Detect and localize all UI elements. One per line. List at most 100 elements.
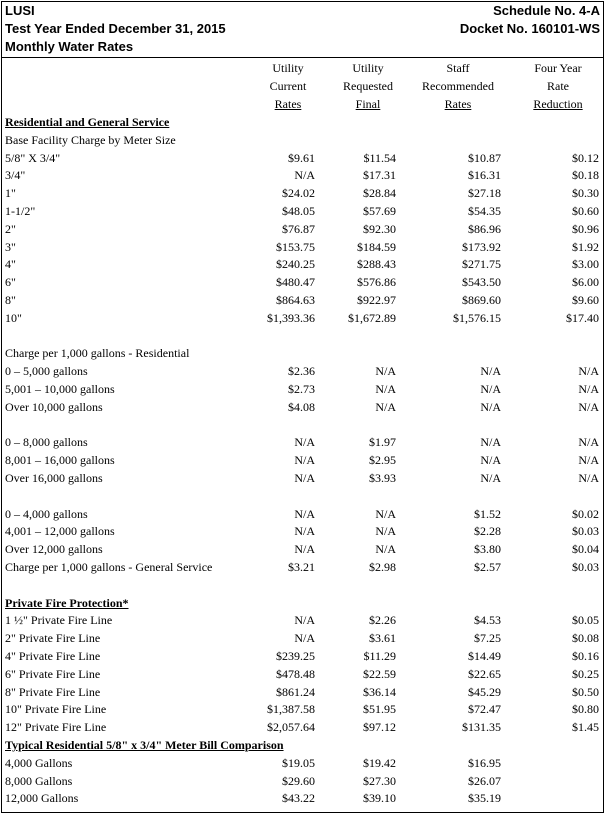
table-row: 12" Private Fire Line $2,057.64 $97.12 $131… xyxy=(2,719,603,736)
rate-reduction-cell: N/A xyxy=(578,471,599,485)
rate-reduction-cell: $0.08 xyxy=(572,631,599,646)
row-label: 6" xyxy=(5,275,16,290)
utility-requested-cell: N/A xyxy=(375,506,396,521)
section-heading: Residential and General Service xyxy=(5,115,170,129)
row-label: Over 16,000 gallons xyxy=(5,471,103,485)
table-row: 6" $480.47 $576.86 $543.50 $6.00 xyxy=(2,274,603,291)
rate-reduction-cell: $17.40 xyxy=(566,310,599,325)
utility-requested-cell: $576.86 xyxy=(357,275,396,290)
row-label: 3/4" xyxy=(5,168,26,183)
table-row xyxy=(2,417,603,434)
row-label: 4,000 Gallons xyxy=(5,755,73,770)
table-row: 8" Private Fire Line $861.24 $36.14 $45.29 $… xyxy=(2,684,603,701)
staff-recommended-cell: $14.49 xyxy=(468,649,501,663)
rate-reduction-cell: $0.80 xyxy=(572,702,599,717)
utility-requested-cell: $3.61 xyxy=(369,631,396,646)
row-label: 10" xyxy=(5,310,22,325)
rate-reduction-cell: $0.96 xyxy=(572,221,599,236)
row-label: Over 10,000 gallons xyxy=(5,399,103,414)
row-label: 6" Private Fire Line xyxy=(5,666,101,681)
section-heading: Typical Residential 5/8" x 3/4" Meter Bi… xyxy=(5,738,284,752)
row-label: 1 ½" Private Fire Line xyxy=(5,613,113,628)
row-label: 2" Private Fire Line xyxy=(5,631,101,646)
utility-requested-cell: $11.54 xyxy=(363,150,396,165)
table-row xyxy=(2,488,603,505)
table-row: 10" $1,393.36 $1,672.89 $1,576.15 $17.40 xyxy=(2,310,603,327)
row-label: Base Facility Charge by Meter Size xyxy=(5,132,176,147)
utility-requested-cell: N/A xyxy=(375,364,396,379)
rate-reduction-cell: $0.18 xyxy=(572,168,599,183)
rate-reduction-cell: $0.12 xyxy=(572,150,599,165)
utility-current-cell: $1,393.36 xyxy=(267,310,315,325)
row-label: 4" Private Fire Line xyxy=(5,649,101,663)
utility-current-cell: $29.60 xyxy=(282,773,315,788)
staff-recommended-cell: N/A xyxy=(480,471,501,485)
staff-recommended-cell: $10.87 xyxy=(468,150,501,165)
staff-recommended-cell: $4.53 xyxy=(474,613,501,628)
table-row: Charge per 1,000 gallons - General Servi… xyxy=(2,559,603,576)
row-label: 10" Private Fire Line xyxy=(5,702,107,717)
rate-reduction-cell: $3.00 xyxy=(572,257,599,272)
utility-current-cell: N/A xyxy=(294,542,315,557)
col-rate-reduction-header: Four Year Rate Reduction xyxy=(533,61,583,111)
staff-recommended-cell: $2.28 xyxy=(474,524,501,539)
rate-reduction-cell: N/A xyxy=(578,399,599,414)
header-line-3: Monthly Water Rates xyxy=(2,38,603,55)
table-row: 1" $24.02 $28.84 $27.18 $0.30 xyxy=(2,185,603,202)
row-label: 0 – 5,000 gallons xyxy=(5,364,88,379)
rate-reduction-cell: $0.25 xyxy=(572,666,599,681)
row-label: 5,001 – 10,000 gallons xyxy=(5,382,115,396)
table-row xyxy=(2,577,603,594)
staff-recommended-cell: $27.18 xyxy=(468,186,501,201)
section-heading-row: Private Fire Protection* xyxy=(2,595,603,612)
utility-requested-cell: $2.26 xyxy=(369,613,396,628)
utility-current-cell: $153.75 xyxy=(276,239,315,254)
utility-requested-cell: $922.97 xyxy=(357,293,396,307)
table-row: 4,000 Gallons $19.05 $19.42 $16.95 xyxy=(2,755,603,772)
utility-requested-cell: $1.97 xyxy=(369,435,396,450)
utility-requested-cell: $11.29 xyxy=(363,649,396,663)
utility-requested-cell: $2.98 xyxy=(369,560,396,574)
rate-reduction-cell: $0.16 xyxy=(572,649,599,663)
row-label: Charge per 1,000 gallons - Residential xyxy=(5,346,190,361)
company-name: LUSI xyxy=(5,3,35,18)
utility-current-cell: $478.48 xyxy=(276,666,315,681)
row-label: 8,001 – 16,000 gallons xyxy=(5,453,115,468)
staff-recommended-cell: $543.50 xyxy=(462,275,501,290)
staff-recommended-cell: $16.95 xyxy=(468,755,501,770)
row-label: 1-1/2" xyxy=(5,204,36,218)
table-row: 1-1/2" $48.05 $57.69 $54.35 $0.60 xyxy=(2,203,603,220)
utility-requested-cell: N/A xyxy=(375,524,396,539)
rate-reduction-cell: $0.03 xyxy=(572,524,599,539)
staff-recommended-cell: $35.19 xyxy=(468,791,501,806)
row-label: Over 12,000 gallons xyxy=(5,542,103,557)
staff-recommended-cell: $26.07 xyxy=(468,773,501,788)
rate-reduction-cell: $0.50 xyxy=(572,684,599,699)
rate-reduction-cell: $0.05 xyxy=(572,613,599,628)
rate-reduction-cell: N/A xyxy=(578,435,599,450)
table-row: 8" $864.63 $922.97 $869.60 $9.60 xyxy=(2,292,603,309)
staff-recommended-cell: $869.60 xyxy=(462,293,501,307)
utility-current-cell: N/A xyxy=(294,613,315,628)
rate-reduction-cell: $6.00 xyxy=(572,275,599,290)
utility-current-cell: $43.22 xyxy=(282,791,315,806)
utility-requested-cell: N/A xyxy=(375,542,396,557)
utility-current-cell: N/A xyxy=(294,435,315,450)
section-heading: Private Fire Protection* xyxy=(5,595,129,610)
table-row: 2" $76.87 $92.30 $86.96 $0.96 xyxy=(2,221,603,238)
row-label: 0 – 4,000 gallons xyxy=(5,506,88,521)
utility-current-cell: $480.47 xyxy=(276,275,315,290)
utility-requested-cell: $27.30 xyxy=(363,773,396,788)
utility-requested-cell: $97.12 xyxy=(363,720,396,735)
staff-recommended-cell: $22.65 xyxy=(468,666,501,681)
table-row: 4" $240.25 $288.43 $271.75 $3.00 xyxy=(2,256,603,273)
utility-current-cell: $3.21 xyxy=(288,560,315,574)
staff-recommended-cell: $3.80 xyxy=(474,542,501,557)
table-row: 0 – 8,000 gallons N/A $1.97 N/A N/A xyxy=(2,434,603,451)
staff-recommended-cell: $72.47 xyxy=(468,702,501,717)
utility-requested-cell: $51.95 xyxy=(363,702,396,717)
table-row: 0 – 4,000 gallons N/A N/A $1.52 $0.02 xyxy=(2,506,603,523)
row-label: 0 – 8,000 gallons xyxy=(5,435,88,450)
table-row xyxy=(2,328,603,345)
utility-current-cell: $24.02 xyxy=(282,186,315,201)
